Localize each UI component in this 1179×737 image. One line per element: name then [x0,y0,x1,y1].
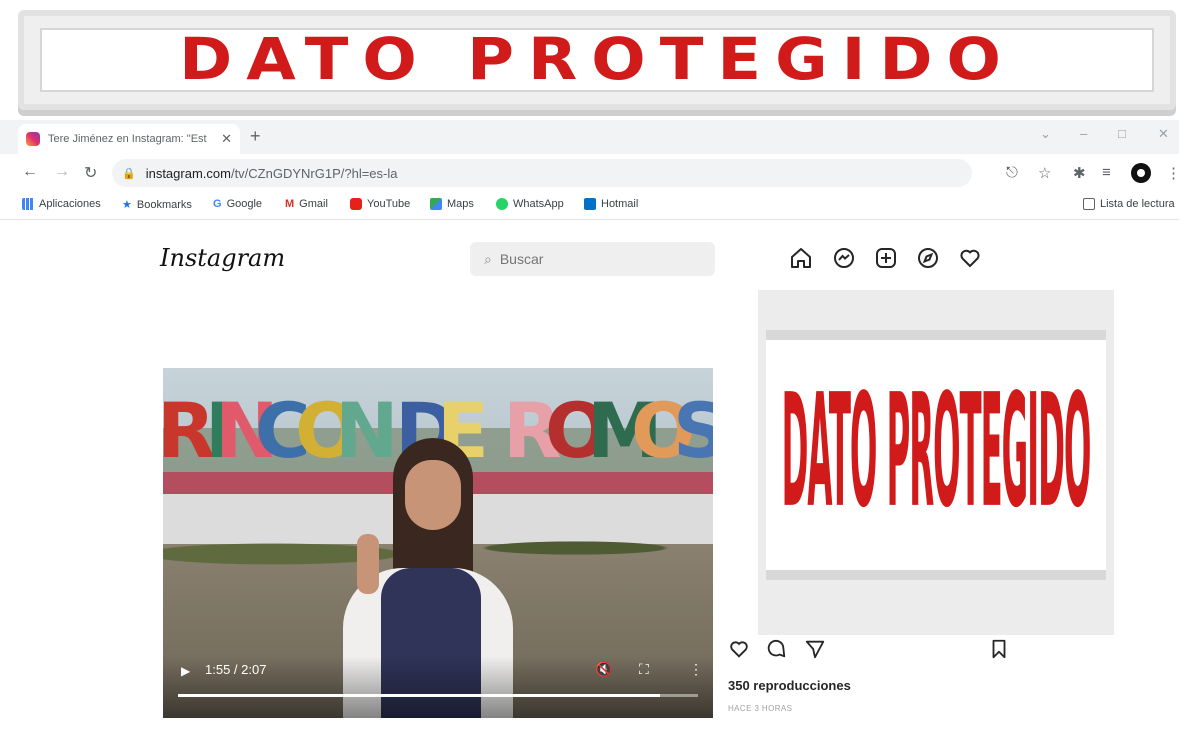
bookmark-whatsapp[interactable]: WhatsApp [496,198,564,210]
redaction-side-panel: DATO PROTEGIDO [758,290,1114,635]
fullscreen-icon[interactable]: ⛶ [639,661,649,678]
maximize-icon[interactable]: □ [1118,126,1126,141]
view-count: 350 reproducciones [728,678,851,693]
instagram-logo[interactable]: Instagram [160,244,285,272]
url-field[interactable]: 🔒 instagram.com/tv/CZnGDYNrG1P/?hl=es-la [112,159,972,187]
profile-avatar-icon[interactable] [1131,163,1151,183]
bookmark-hotmail[interactable]: Hotmail [584,198,638,210]
bookmark-gmail[interactable]: M Gmail [285,198,328,210]
close-window-icon[interactable]: ✕ [1158,126,1169,142]
youtube-icon [350,198,362,210]
bookmark-maps[interactable]: Maps [430,198,474,210]
progress-track[interactable] [178,694,698,697]
minimize-icon[interactable]: – [1080,126,1087,141]
share-icon[interactable]: ⎋ [1006,164,1018,181]
bookmark-bookmarks[interactable]: ★ Bookmarks [122,198,192,212]
reload-icon[interactable]: ↻ [84,163,97,183]
redaction-banner: DATO PROTEGIDO [18,10,1176,110]
whatsapp-icon [496,198,508,210]
explore-icon[interactable] [916,246,940,270]
maps-icon [430,198,442,210]
more-options-icon[interactable]: ⋮ [689,661,703,678]
comment-icon[interactable] [765,638,787,660]
star-icon: ★ [122,199,132,211]
apps-grid-icon [22,198,34,210]
outlook-icon [584,198,596,210]
tab-bar: Tere Jiménez en Instagram: "Est ✕ + ⌄ – … [0,120,1179,154]
like-heart-icon[interactable] [728,638,750,660]
search-box[interactable]: ⌕ [470,242,715,276]
back-icon[interactable]: ← [22,163,38,181]
share-paper-plane-icon[interactable] [804,638,826,660]
bookmark-star-icon[interactable]: ☆ [1038,164,1051,182]
bookmark-apps[interactable]: Aplicaciones [22,198,101,210]
instagram-favicon-icon [26,132,40,146]
post-timestamp: HACE 3 HORAS [728,704,793,713]
tab-search-icon[interactable]: ⌄ [1040,126,1051,142]
gmail-icon: M [285,198,295,210]
extensions-icon[interactable]: ✱ [1073,164,1086,182]
lock-icon: 🔒 [122,167,136,180]
menu-kebab-icon[interactable]: ⋮ [1166,164,1179,182]
redaction-banner-frame: DATO PROTEGIDO [40,26,1154,94]
reading-queue-icon[interactable]: ≡ [1102,164,1111,181]
redaction-side-text: DATO PROTEGIDO [781,364,1092,546]
new-tab-icon[interactable]: + [250,126,261,147]
messenger-icon[interactable] [832,246,856,270]
reading-list-icon [1083,198,1095,210]
bookmark-youtube[interactable]: YouTube [350,198,410,210]
video-time: 1:55 / 2:07 [205,662,267,677]
reading-list-button[interactable]: Lista de lectura [1083,198,1175,210]
search-input[interactable] [499,251,680,267]
video-player[interactable]: R I N C O N D E R O M O S ▶ 1:55 / 2:07 … [163,368,713,718]
address-bar-row: ← → ↻ 🔒 instagram.com/tv/CZnGDYNrG1P/?hl… [0,154,1179,192]
progress-fill [178,694,660,697]
url-text: instagram.com/tv/CZnGDYNrG1P/?hl=es-la [145,165,398,181]
bookmarks-bar: Aplicaciones ★ Bookmarks G Google M Gmail Y… [0,192,1179,220]
google-icon: G [213,198,222,210]
browser-tab[interactable]: Tere Jiménez en Instagram: "Est ✕ [18,124,240,154]
new-post-icon[interactable] [874,246,898,270]
play-icon[interactable]: ▶ [181,664,190,678]
home-icon[interactable] [789,246,813,270]
activity-heart-icon[interactable] [958,246,982,270]
save-bookmark-icon[interactable] [988,638,1010,660]
mute-icon[interactable]: 🔇 [595,661,612,678]
tab-title: Tere Jiménez en Instagram: "Est [48,133,207,145]
redaction-side-frame: DATO PROTEGIDO [766,330,1106,580]
close-tab-icon[interactable]: ✕ [221,131,232,147]
forward-icon[interactable]: → [54,163,70,181]
bookmark-google[interactable]: G Google [213,198,262,210]
search-icon: ⌕ [484,250,492,267]
redaction-banner-text: DATO PROTEGIDO [179,26,1015,94]
